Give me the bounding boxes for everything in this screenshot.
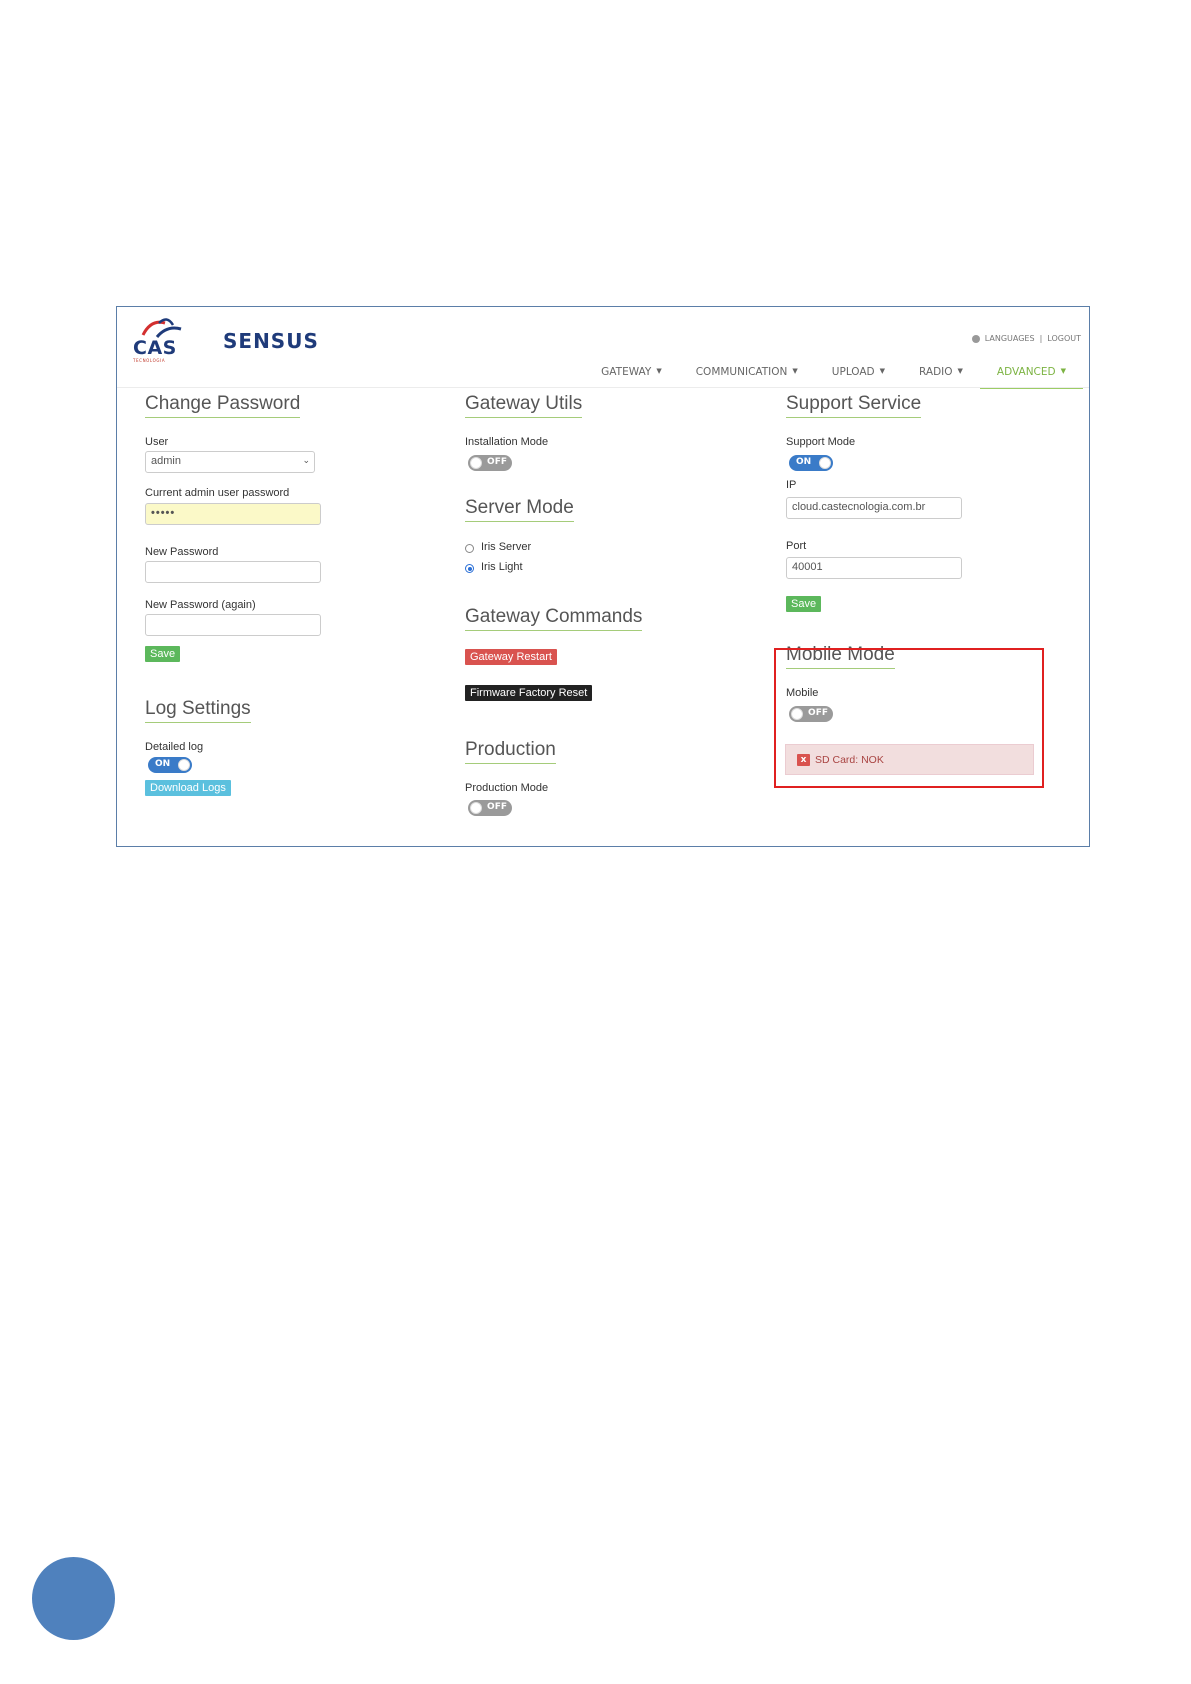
installation-mode-toggle[interactable]: OFF [468, 455, 512, 471]
current-password-input[interactable]: ••••• [145, 503, 321, 525]
production-title: Production [465, 739, 556, 764]
user-label: User [145, 436, 169, 448]
production-mode-toggle[interactable]: OFF [468, 800, 512, 816]
iris-server-label: Iris Server [481, 541, 532, 553]
firmware-factory-reset-button[interactable]: Firmware Factory Reset [465, 685, 593, 701]
gateway-restart-button[interactable]: Gateway Restart [465, 649, 557, 665]
caret-down-icon: ▼ [656, 367, 662, 375]
nav-item-advanced[interactable]: ADVANCED ▼ [979, 362, 1083, 389]
current-password-label: Current admin user password [145, 487, 290, 499]
port-label: Port [786, 540, 807, 552]
save-password-button[interactable]: Save [145, 646, 181, 662]
languages-link[interactable]: LANGUAGES [985, 334, 1035, 343]
nav-item-upload[interactable]: UPLOAD ▼ [815, 362, 902, 389]
production-mode-label: Production Mode [465, 782, 549, 794]
save-support-button[interactable]: Save [786, 596, 822, 612]
main-nav: GATEWAY ▼ COMMUNICATION ▼ UPLOAD ▼ RADIO ▼ A… [584, 362, 1083, 389]
screenshot-frame: CAS TECNOLOGIA SENSUS LANGUAGES | LOGOUT… [116, 306, 1090, 847]
mobile-mode-highlight [774, 648, 1044, 788]
detailed-log-toggle[interactable]: ON [148, 757, 192, 773]
log-settings-title: Log Settings [145, 698, 251, 723]
caret-down-icon: ▼ [792, 367, 798, 375]
installation-mode-label: Installation Mode [465, 436, 549, 448]
divider: | [1039, 334, 1043, 343]
port-input[interactable]: 40001 [786, 557, 962, 579]
caret-down-icon: ▼ [957, 367, 963, 375]
page-number-circle [32, 1557, 115, 1640]
sensus-logo: SENSUS [223, 329, 319, 353]
nav-item-communication[interactable]: COMMUNICATION ▼ [679, 362, 815, 389]
new-password-label: New Password [145, 546, 219, 558]
cas-logo: CAS TECNOLOGIA [133, 317, 189, 365]
top-links: LANGUAGES | LOGOUT [971, 334, 1081, 343]
server-mode-title: Server Mode [465, 497, 574, 522]
cas-swoosh-icon [141, 318, 182, 338]
support-mode-label: Support Mode [786, 436, 856, 448]
change-password-title: Change Password [145, 393, 301, 418]
header-divider [117, 387, 1089, 388]
iris-light-label: Iris Light [481, 561, 523, 573]
globe-icon [971, 334, 980, 343]
chevron-down-icon: ⌄ [302, 455, 310, 465]
new-password-again-input[interactable] [145, 614, 321, 636]
new-password-again-label: New Password (again) [145, 599, 256, 611]
nav-item-radio[interactable]: RADIO ▼ [902, 362, 980, 389]
ip-label: IP [786, 479, 797, 491]
iris-light-radio[interactable] [465, 564, 474, 573]
support-mode-toggle[interactable]: ON [789, 455, 833, 471]
gateway-commands-title: Gateway Commands [465, 606, 643, 631]
user-select[interactable]: admin ⌄ [145, 451, 315, 473]
gateway-utils-title: Gateway Utils [465, 393, 583, 418]
cas-logo-sub: TECNOLOGIA [133, 358, 166, 363]
download-logs-button[interactable]: Download Logs [145, 780, 231, 796]
new-password-input[interactable] [145, 561, 321, 583]
caret-down-icon: ▼ [1060, 367, 1066, 375]
detailed-log-label: Detailed log [145, 741, 204, 753]
cas-logo-text: CAS [133, 337, 177, 359]
ip-input[interactable]: cloud.castecnologia.com.br [786, 497, 962, 519]
logout-link[interactable]: LOGOUT [1047, 334, 1081, 343]
support-service-title: Support Service [786, 393, 922, 418]
caret-down-icon: ▼ [879, 367, 886, 375]
iris-server-radio[interactable] [465, 544, 474, 553]
nav-item-gateway[interactable]: GATEWAY ▼ [584, 362, 679, 389]
